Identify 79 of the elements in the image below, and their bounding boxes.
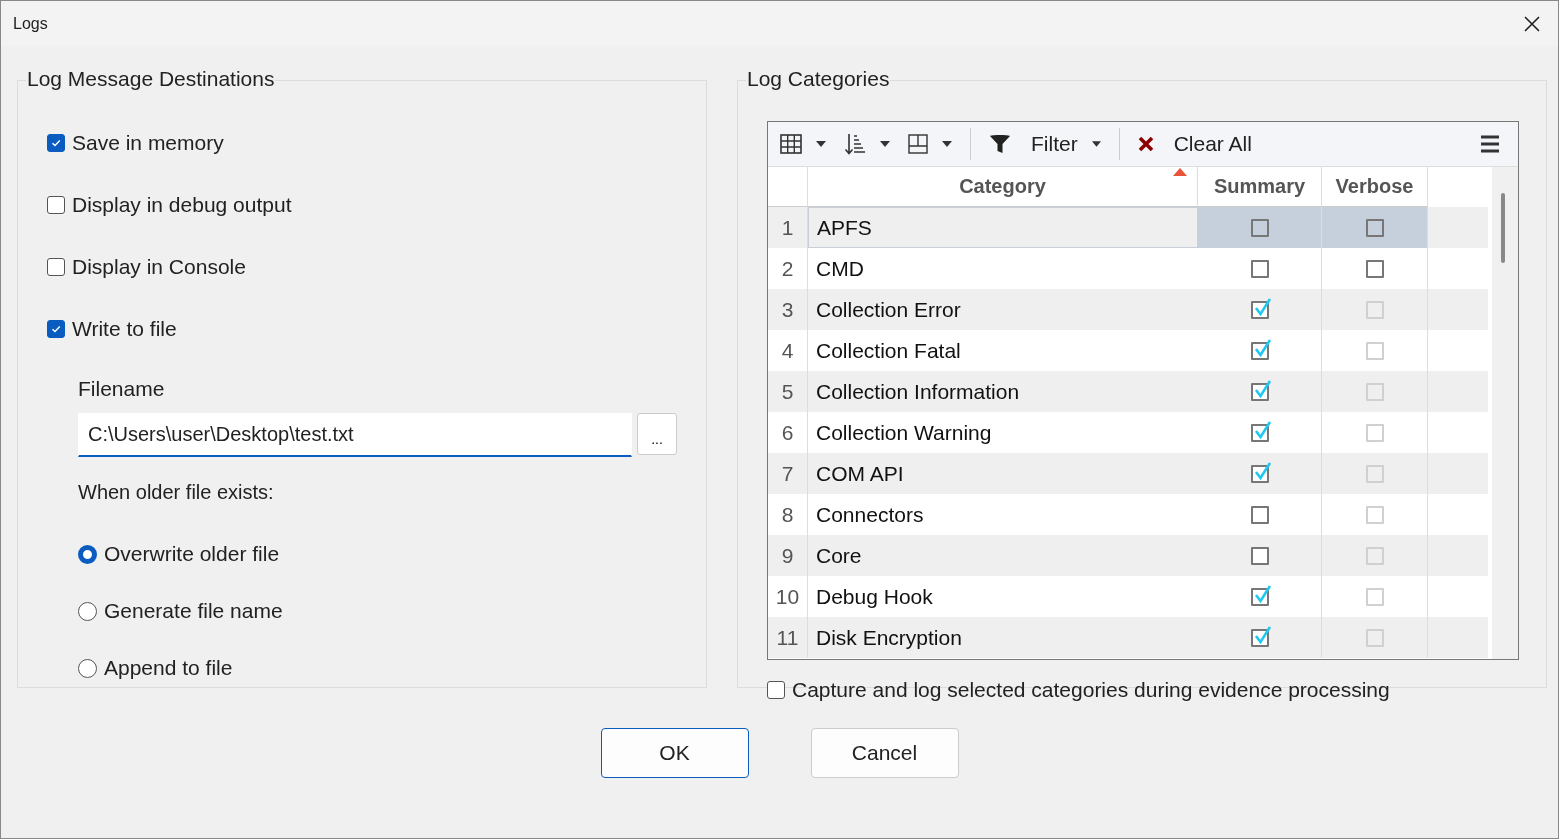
- window-title: Logs: [13, 14, 48, 33]
- radio-label[interactable]: Overwrite older file: [104, 542, 280, 566]
- checkbox[interactable]: [47, 196, 65, 214]
- dialog-button[interactable]: OK: [600, 728, 749, 778]
- summary-checkbox[interactable]: [1250, 464, 1269, 483]
- summary-checkbox[interactable]: [1250, 218, 1269, 237]
- summary-checkbox[interactable]: [1250, 546, 1269, 565]
- caret-icon: [1091, 141, 1101, 147]
- x-icon: [1137, 136, 1154, 152]
- radio-button[interactable]: [78, 601, 97, 621]
- checkbox-label[interactable]: Capture and log selected categories during evidence processing: [792, 678, 1390, 702]
- category-cell-text: Debug Hook: [815, 583, 934, 610]
- checkbox[interactable]: [47, 258, 65, 276]
- summary-checkbox[interactable]: [1250, 423, 1269, 442]
- caret-icon: [880, 141, 890, 147]
- table-row[interactable]: 3 Collection Error: [768, 289, 1488, 330]
- radio-label[interactable]: Append to file: [104, 656, 233, 680]
- table-view-button[interactable]: [780, 134, 826, 154]
- checkbox[interactable]: [767, 681, 785, 699]
- category-cell-text: Collection Information: [815, 378, 1021, 405]
- category-cell-text: Collection Warning: [815, 419, 993, 446]
- checkbox-label[interactable]: Display in debug output: [72, 193, 292, 217]
- category-cell-text: COM API: [815, 460, 905, 487]
- check-icon: [50, 137, 62, 149]
- filename-label: Filename: [78, 377, 166, 401]
- radio-button[interactable]: [78, 544, 97, 564]
- dialog-button[interactable]: Cancel: [810, 728, 959, 778]
- summary-checkbox[interactable]: [1250, 628, 1269, 647]
- category-cell-text: Collection Error: [815, 296, 962, 323]
- layout-icon: [908, 134, 928, 154]
- row-number: 9: [768, 535, 808, 576]
- table-row[interactable]: 11 Disk Encryption: [768, 617, 1488, 658]
- table-row[interactable]: 9 Core: [768, 535, 1488, 576]
- filter-label[interactable]: Filter: [1031, 132, 1078, 156]
- category-cell-text: Collection Fatal: [815, 337, 962, 364]
- existing-file-label: When older file exists:: [78, 481, 275, 504]
- grid-icon: [780, 134, 802, 154]
- scrollbar[interactable]: [1492, 167, 1518, 659]
- summary-checkbox[interactable]: [1250, 505, 1269, 524]
- radio-label[interactable]: Generate file name: [104, 599, 283, 623]
- checkbox-label[interactable]: Save in memory: [72, 131, 224, 155]
- sort-button[interactable]: [844, 133, 890, 155]
- clear-all-button[interactable]: Clear All: [1137, 132, 1252, 156]
- funnel-icon: [989, 134, 1011, 154]
- filename-field[interactable]: C:\Users\user\Desktop\test.txt: [78, 413, 632, 457]
- category-cell: APFS: [808, 207, 1198, 248]
- table-row[interactable]: 5 Collection Information: [768, 371, 1488, 412]
- caret-icon: [816, 141, 826, 147]
- verbose-checkbox[interactable]: [1365, 218, 1384, 237]
- category-cell-text: Disk Encryption: [815, 624, 963, 651]
- summary-checkbox[interactable]: [1250, 587, 1269, 606]
- table-row[interactable]: 7 COM API: [768, 453, 1488, 494]
- summary-checkbox[interactable]: [1250, 300, 1269, 319]
- clear-all-label[interactable]: Clear All: [1173, 132, 1252, 156]
- filter-button[interactable]: Filter: [989, 132, 1101, 156]
- row-number: 5: [768, 371, 808, 412]
- checkbox-label[interactable]: Write to file: [72, 317, 177, 341]
- checkbox-label[interactable]: Display in Console: [72, 255, 246, 279]
- summary-checkbox[interactable]: [1250, 382, 1269, 401]
- checkbox[interactable]: [47, 134, 65, 152]
- layout-button[interactable]: [908, 134, 952, 154]
- verbose-checkbox[interactable]: [1365, 259, 1384, 278]
- row-number: 3: [768, 289, 808, 330]
- caret-icon: [942, 141, 952, 147]
- row-number: 11: [768, 617, 808, 658]
- category-cell-text: Connectors: [815, 501, 925, 528]
- browse-button[interactable]: ...: [637, 413, 677, 455]
- menu-icon[interactable]: [1480, 135, 1500, 153]
- sort-icon: [844, 133, 866, 155]
- table-row[interactable]: 1 APFS: [768, 207, 1488, 248]
- category-cell-text: CMD: [815, 255, 865, 282]
- row-number: 7: [768, 453, 808, 494]
- check-icon: [50, 323, 62, 335]
- category-cell-text: Core: [815, 542, 863, 569]
- summary-checkbox[interactable]: [1250, 341, 1269, 360]
- summary-checkbox[interactable]: [1250, 259, 1269, 278]
- checkbox[interactable]: [47, 320, 65, 338]
- close-icon[interactable]: [1524, 15, 1540, 32]
- radio-button[interactable]: [78, 658, 97, 678]
